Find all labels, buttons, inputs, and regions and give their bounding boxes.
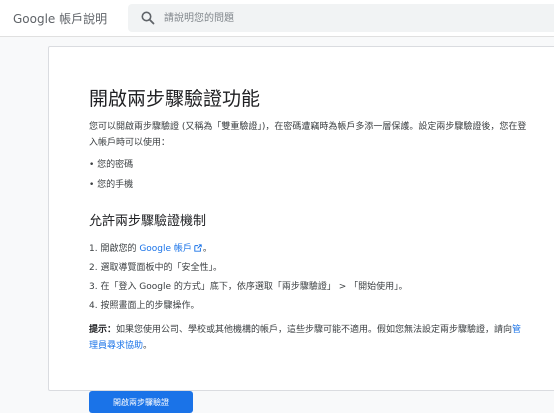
top-bar: Google 帳戶說明 bbox=[0, 0, 554, 37]
tip-paragraph: 提示：如果您使用公司、學校或其他機構的帳戶，這些步驟可能不適用。假如您無法設定兩… bbox=[89, 322, 529, 354]
step-4: 4. 按照畫面上的步驟操作。 bbox=[89, 301, 200, 311]
search-icon[interactable] bbox=[140, 10, 156, 26]
step-3: 3. 在「登入 Google 的方式」底下，依序選取「兩步驟驗證」 > 「開始使… bbox=[89, 282, 408, 292]
step-1-suffix: 。 bbox=[202, 244, 212, 254]
page-title: 開啟兩步驟驗證功能 bbox=[89, 88, 261, 110]
steps-list: 1. 開啟您的 Google 帳戶。 2. 選取導覽面板中的「安全性」。 3. … bbox=[89, 241, 529, 314]
brand-title[interactable]: Google 帳戶說明 bbox=[13, 10, 107, 27]
list-item: 您的手機 bbox=[89, 177, 529, 193]
article-card: 開啟兩步驟驗證功能 您可以開啟兩步驟驗證 (又稱為「雙重驗證」)，在密碼遭竊時為… bbox=[48, 46, 554, 413]
turn-on-2sv-button[interactable]: 開啟兩步驟驗證 bbox=[89, 391, 193, 413]
sign-in-methods-list: 您的密碼 您的手機 bbox=[89, 157, 529, 193]
article-content: 開啟兩步驟驗證功能 您可以開啟兩步驟驗證 (又稱為「雙重驗證」)，在密碼遭竊時為… bbox=[89, 87, 529, 413]
google-account-link[interactable]: Google 帳戶 bbox=[139, 244, 192, 254]
tip-label: 提示： bbox=[89, 325, 117, 335]
intro-paragraph: 您可以開啟兩步驟驗證 (又稱為「雙重驗證」)，在密碼遭竊時為帳戶多添一層保護。設… bbox=[89, 122, 527, 148]
tip-suffix: 。 bbox=[143, 341, 153, 351]
list-item: 您的密碼 bbox=[89, 157, 529, 173]
step-1: 1. 開啟您的 Google 帳戶。 bbox=[89, 241, 529, 257]
tip-text: 如果您使用公司、學校或其他機構的帳戶，這些步驟可能不適用。假如您無法設定兩步驟驗… bbox=[116, 325, 513, 335]
search-input[interactable] bbox=[164, 4, 544, 32]
step-1-prefix: 1. 開啟您的 bbox=[89, 244, 140, 254]
external-link-icon bbox=[194, 244, 202, 252]
search-box[interactable] bbox=[128, 4, 554, 32]
step-2: 2. 選取導覽面板中的「安全性」。 bbox=[89, 263, 222, 273]
section-title: 允許兩步驟驗證機制 bbox=[89, 214, 207, 229]
